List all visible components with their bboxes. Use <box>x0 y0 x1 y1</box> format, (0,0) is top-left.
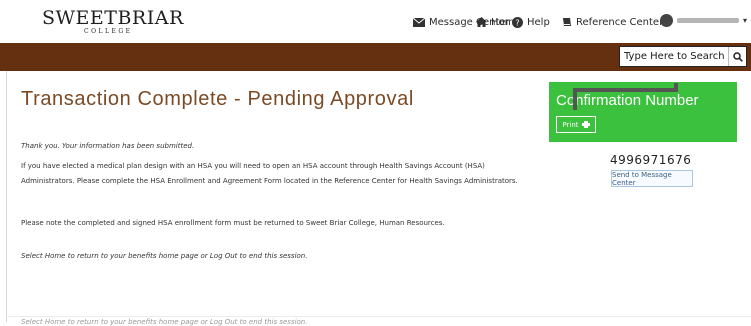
envelope-icon <box>413 17 425 27</box>
nav-reference-center[interactable]: Reference Center <box>562 14 663 30</box>
user-name-redacted <box>677 18 739 23</box>
top-navigation-bar: SWEETBRIAR COLLEGE Home Message Center ?… <box>0 0 751 44</box>
nav-message-center-label: Message Center <box>429 16 510 28</box>
nav-help-label: Help <box>527 16 550 28</box>
book-icon <box>562 17 572 27</box>
select-home-text: Select Home to return to your benefits h… <box>21 252 308 260</box>
return-form-note: Please note the completed and signed HSA… <box>21 219 445 227</box>
user-menu[interactable]: ▾ <box>660 14 747 27</box>
user-avatar-icon <box>660 14 673 27</box>
page-title: Transaction Complete - Pending Approval <box>21 88 414 110</box>
college-logo[interactable]: SWEETBRIAR <box>42 8 184 28</box>
search-box <box>619 46 747 67</box>
callout-connector <box>573 83 678 110</box>
hsa-instructions-line-1: If you have elected a medical plan desig… <box>21 162 485 170</box>
hsa-instructions-line-2: Administrators. Please complete the HSA … <box>21 177 518 185</box>
divider <box>6 316 751 317</box>
search-icon <box>732 51 743 62</box>
chevron-down-icon: ▾ <box>743 16 748 25</box>
nav-message-center[interactable]: Message Center <box>413 14 510 30</box>
search-button[interactable] <box>728 47 746 66</box>
nav-reference-center-label: Reference Center <box>576 16 664 28</box>
question-circle-icon: ? <box>512 16 523 28</box>
print-label: Print <box>562 120 579 129</box>
search-input[interactable] <box>620 48 728 65</box>
select-home-text-repeat: Select Home to return to your benefits h… <box>21 318 308 326</box>
print-button[interactable]: Print <box>556 116 596 133</box>
college-logo-subtitle: COLLEGE <box>84 28 133 35</box>
svg-text:?: ? <box>515 18 519 27</box>
nav-help[interactable]: ? Help <box>512 14 550 30</box>
thank-you-text: Thank you. Your information has been sub… <box>21 142 195 150</box>
send-to-message-center-button[interactable]: Send to Message Center <box>611 170 693 187</box>
confirmation-number: 4996971676 <box>610 153 692 167</box>
printer-icon <box>581 121 590 128</box>
